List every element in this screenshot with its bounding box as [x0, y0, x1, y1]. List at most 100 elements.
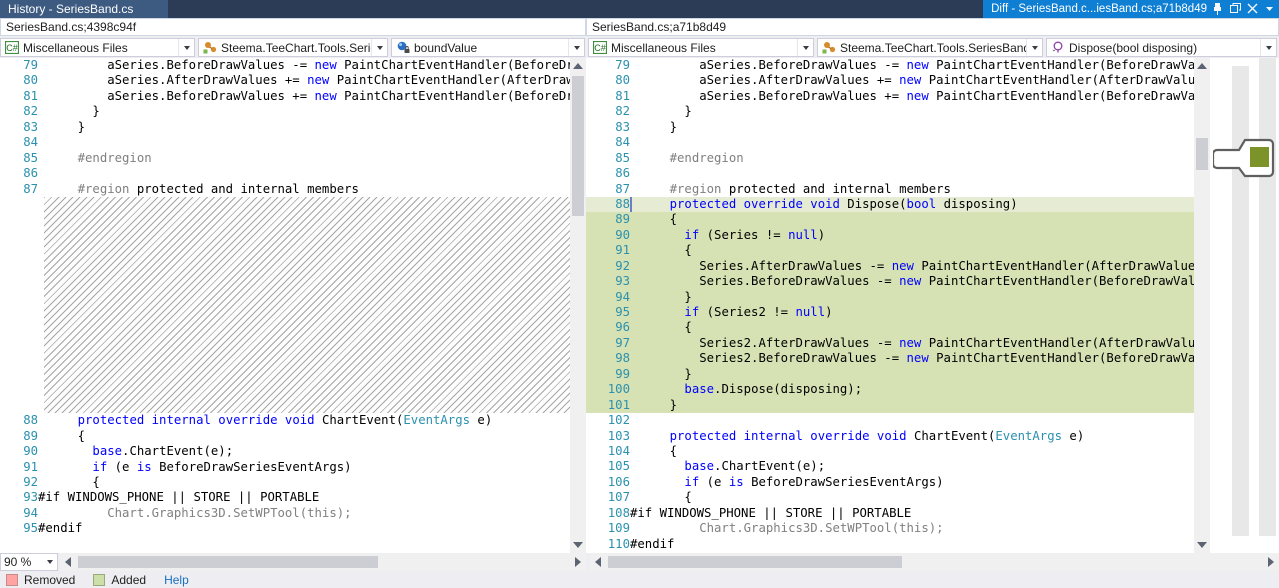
code-line[interactable]: 79 aSeries.BeforeDrawValues -= new Paint… — [586, 58, 1194, 73]
left-hscrollbar-thumb[interactable] — [78, 556, 378, 568]
left-code-area[interactable]: 79 aSeries.BeforeDrawValues -= new Paint… — [0, 58, 585, 553]
line-number: 94 — [23, 505, 38, 520]
code-line[interactable]: 96 { — [586, 320, 1194, 336]
diff-change-callout[interactable] — [1213, 136, 1275, 178]
help-link[interactable]: Help — [164, 573, 189, 587]
right-project-dropdown[interactable]: C# Miscellaneous Files — [588, 38, 814, 57]
code-line[interactable]: 86 — [0, 166, 585, 181]
left-type-dropdown-arrow[interactable] — [371, 39, 387, 56]
line-number: 85 — [23, 150, 38, 165]
right-project-dropdown-arrow[interactable] — [797, 39, 813, 56]
code-line[interactable]: 82 } — [586, 104, 1194, 119]
code-line[interactable]: 90 base.ChartEvent(e); — [0, 444, 585, 459]
right-horizontal-scrollbar[interactable] — [590, 553, 1279, 571]
tab-history[interactable]: History - SeriesBand.cs — [0, 0, 168, 18]
code-line[interactable]: 99 } — [586, 366, 1194, 383]
code-line[interactable]: 102 — [586, 413, 1194, 428]
code-line[interactable]: 81 aSeries.BeforeDrawValues += new Paint… — [586, 89, 1194, 104]
right-type-dropdown[interactable]: Steema.TeeChart.Tools.SeriesBandTo — [817, 38, 1043, 57]
code-line[interactable]: 104 { — [586, 444, 1194, 459]
code-line[interactable]: 93 Series.BeforeDrawValues -= new PaintC… — [586, 274, 1194, 290]
csharp-project-icon: C# — [592, 41, 608, 55]
code-line[interactable]: 86 — [586, 166, 1194, 181]
left-hscroll-left-arrow[interactable] — [60, 553, 76, 571]
code-line[interactable]: 95 #endif — [0, 521, 585, 536]
right-member-dropdown[interactable]: Dispose(bool disposing) — [1046, 38, 1277, 57]
code-line[interactable]: 95 if (Series2 != null) — [586, 305, 1194, 321]
right-member-dropdown-arrow[interactable] — [1260, 39, 1276, 56]
right-scroll-up-arrow[interactable] — [1194, 58, 1210, 74]
chevron-down-icon[interactable] — [1264, 3, 1275, 15]
left-project-dropdown-arrow[interactable] — [178, 39, 194, 56]
code-line[interactable]: 84 — [586, 135, 1194, 150]
code-line[interactable]: 83 } — [586, 120, 1194, 135]
right-editor-pane[interactable]: 79 aSeries.BeforeDrawValues -= new Paint… — [586, 58, 1194, 553]
left-scroll-up-arrow[interactable] — [570, 58, 586, 74]
left-hscroll-right-arrow[interactable] — [570, 553, 586, 571]
code-line[interactable]: 103 protected internal override void Cha… — [586, 429, 1194, 444]
code-line[interactable]: 85 #endregion — [0, 151, 585, 166]
code-line[interactable]: 92 Series.AfterDrawValues -= new PaintCh… — [586, 258, 1194, 275]
right-hscrollbar-thumb[interactable] — [608, 556, 902, 568]
left-scrollbar-thumb[interactable] — [572, 76, 584, 216]
code-line[interactable]: 97 Series2.AfterDrawValues -= new PaintC… — [586, 335, 1194, 352]
code-line[interactable]: 107 { — [586, 490, 1194, 505]
code-line[interactable]: 110 #endif — [586, 537, 1194, 552]
code-text: base.ChartEvent(e); — [684, 459, 826, 474]
code-line[interactable]: 90 if (Series != null) — [586, 227, 1194, 244]
close-icon[interactable] — [1247, 3, 1258, 15]
code-line[interactable]: 80 aSeries.AfterDrawValues += new PaintC… — [0, 73, 585, 88]
code-line[interactable]: 79 aSeries.BeforeDrawValues -= new Paint… — [0, 58, 585, 73]
float-window-icon[interactable] — [1230, 3, 1241, 15]
code-line[interactable]: 94 } — [586, 289, 1194, 305]
code-line[interactable]: 91 if (e is BeforeDrawSeriesEventArgs) — [0, 460, 585, 475]
code-line[interactable]: 92 { — [0, 475, 585, 490]
left-horizontal-scrollbar[interactable] — [60, 553, 586, 571]
code-line[interactable]: 87 #region protected and internal member… — [0, 182, 585, 197]
code-line[interactable]: 83 } — [0, 120, 585, 135]
line-number: 83 — [23, 119, 38, 134]
code-line[interactable]: 105 base.ChartEvent(e); — [586, 459, 1194, 474]
right-hscroll-left-arrow[interactable] — [590, 553, 606, 571]
tab-diff[interactable]: Diff - SeriesBand.c...iesBand.cs;a71b8d4… — [983, 0, 1279, 18]
right-hscroll-right-arrow[interactable] — [1263, 553, 1279, 571]
code-line[interactable]: 94 Chart.Graphics3D.SetWPTool(this); — [0, 506, 585, 521]
code-line[interactable]: 89 { — [0, 429, 585, 444]
right-code-area[interactable]: 79 aSeries.BeforeDrawValues -= new Paint… — [586, 58, 1194, 553]
diff-overview-gutter[interactable] — [1210, 58, 1279, 553]
zoom-level-dropdown[interactable]: 90 % — [0, 553, 58, 571]
code-text: base.ChartEvent(e); — [92, 444, 234, 459]
code-line[interactable]: 88 protected internal override void Char… — [0, 413, 585, 428]
zoom-level-arrow[interactable] — [43, 560, 57, 564]
code-line[interactable]: 98 Series2.BeforeDrawValues -= new Paint… — [586, 351, 1194, 367]
left-member-dropdown[interactable]: boundValue — [391, 38, 585, 57]
right-vertical-scrollbar[interactable] — [1194, 58, 1210, 553]
pin-icon[interactable] — [1213, 3, 1224, 15]
code-line[interactable]: 87 #region protected and internal member… — [586, 182, 1194, 197]
code-line[interactable]: 108 #if WINDOWS_PHONE || STORE || PORTABL… — [586, 506, 1194, 521]
left-type-dropdown[interactable]: Steema.TeeChart.Tools.SeriesB — [198, 38, 388, 57]
right-scroll-down-arrow[interactable] — [1194, 537, 1210, 553]
code-line[interactable]: 88 protected override void Dispose(bool … — [586, 196, 1194, 213]
code-line[interactable]: 101 } — [586, 397, 1194, 414]
code-line[interactable]: 81 aSeries.BeforeDrawValues += new Paint… — [0, 89, 585, 104]
code-line[interactable]: 100 base.Dispose(disposing); — [586, 382, 1194, 398]
left-member-dropdown-arrow[interactable] — [568, 39, 584, 56]
code-line[interactable]: 80 aSeries.AfterDrawValues += new PaintC… — [586, 73, 1194, 88]
added-legend-label: Added — [111, 572, 147, 587]
code-line[interactable]: 82 } — [0, 104, 585, 119]
code-line[interactable]: 91 { — [586, 243, 1194, 259]
code-line[interactable]: 93 #if WINDOWS_PHONE || STORE || PORTABLE — [0, 490, 585, 505]
code-line[interactable]: 89 { — [586, 212, 1194, 228]
code-line[interactable]: 109 Chart.Graphics3D.SetWPTool(this); — [586, 521, 1194, 536]
code-line[interactable]: 85 #endregion — [586, 151, 1194, 166]
left-project-dropdown[interactable]: C# Miscellaneous Files — [0, 38, 195, 57]
code-line[interactable]: 106 if (e is BeforeDrawSeriesEventArgs) — [586, 475, 1194, 490]
right-scrollbar-thumb[interactable] — [1196, 138, 1208, 170]
left-scroll-down-arrow[interactable] — [570, 537, 586, 553]
line-number: 82 — [23, 104, 38, 119]
right-type-dropdown-arrow[interactable] — [1026, 39, 1042, 56]
left-editor-pane[interactable]: 79 aSeries.BeforeDrawValues -= new Paint… — [0, 58, 586, 553]
left-vertical-scrollbar[interactable] — [570, 58, 586, 553]
code-line[interactable]: 84 — [0, 135, 585, 150]
